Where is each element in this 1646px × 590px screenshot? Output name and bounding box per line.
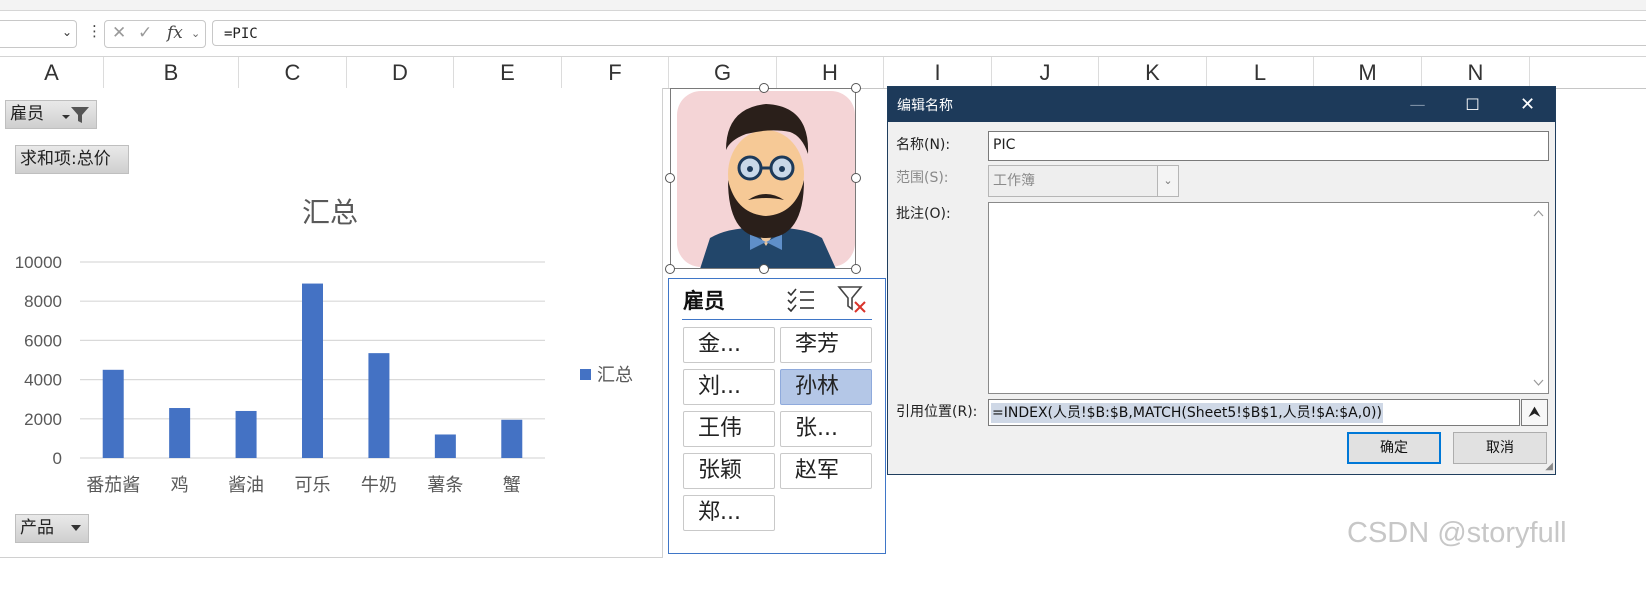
resize-handle[interactable] (759, 83, 769, 93)
y-tick-label: 6000 (24, 331, 62, 350)
collapse-dialog-icon[interactable]: ⮝ (1521, 399, 1548, 426)
column-header-k[interactable]: K (1099, 57, 1207, 88)
chart-title: 汇总 (302, 196, 358, 229)
bar[interactable] (368, 353, 390, 458)
scope-value: 工作簿 (993, 173, 1035, 189)
ok-button[interactable]: 确定 (1347, 432, 1441, 464)
bar[interactable] (434, 434, 456, 458)
bar[interactable] (235, 410, 257, 458)
column-header-a[interactable]: A (0, 57, 104, 88)
legend-label: 汇总 (597, 365, 633, 386)
slicer-item[interactable]: 赵军 (780, 453, 872, 489)
column-header-d[interactable]: D (347, 57, 454, 88)
employee-slicer[interactable]: 雇员 金... 李芳 刘... 孙林 王伟 张... 张颖 赵军 郑... (668, 278, 886, 554)
chevron-down-icon[interactable]: ⌄ (191, 27, 200, 40)
column-header-e[interactable]: E (454, 57, 562, 88)
x-tick-label: 薯条 (427, 475, 463, 496)
resize-grip-icon[interactable]: ◢ (1545, 461, 1553, 472)
column-header-i[interactable]: I (884, 57, 992, 88)
watermark: CSDN @storyfull (1347, 517, 1567, 549)
bar[interactable] (302, 283, 323, 458)
chart-bars (102, 283, 523, 458)
x-tick-label: 可乐 (295, 475, 331, 496)
scope-select[interactable]: 工作簿 ⌄ (988, 165, 1179, 197)
insert-function-button[interactable]: fx (167, 23, 183, 43)
chart-legend: 汇总 (580, 365, 633, 386)
x-axis-ticks: 番茄酱 鸡 酱油 可乐 牛奶 薯条 蟹 (86, 475, 521, 496)
chevron-down-icon[interactable]: ⌄ (1157, 166, 1178, 196)
bar[interactable] (102, 369, 124, 458)
y-tick-label: 10000 (15, 253, 62, 272)
resize-handle[interactable] (665, 173, 675, 183)
slicer-item[interactable]: 郑... (683, 495, 775, 531)
x-tick-label: 蟹 (503, 475, 521, 496)
column-header-h[interactable]: H (777, 57, 884, 88)
name-input[interactable]: PIC (988, 131, 1549, 161)
y-tick-label: 8000 (24, 292, 62, 311)
legend-swatch (580, 369, 591, 380)
maximize-icon[interactable]: ☐ (1445, 87, 1500, 122)
bar[interactable] (169, 408, 191, 458)
formula-input[interactable]: =PIC (212, 20, 1646, 46)
column-headers: A B C D E F G H I J K L M N (0, 56, 1646, 89)
slicer-item[interactable]: 李芳 (780, 327, 872, 363)
chart-canvas: 汇总 0200040006000800010000 番茄酱鸡酱油 可乐 牛奶 薯条蟹 … (15, 196, 633, 496)
resize-handle[interactable] (665, 264, 675, 274)
dialog-title: 编辑名称 (897, 98, 953, 114)
multi-select-icon[interactable] (786, 286, 816, 312)
y-tick-label: 2000 (24, 410, 62, 429)
slicer-item[interactable]: 金... (683, 327, 775, 363)
chevron-down-icon[interactable]: ⌄ (62, 25, 72, 39)
column-header-b[interactable]: B (104, 57, 239, 88)
x-tick-label: 鸡 (171, 475, 189, 496)
cancel-button[interactable]: 取消 (1453, 432, 1547, 464)
column-header-j[interactable]: J (992, 57, 1099, 88)
name-label: 名称(N): (896, 137, 951, 153)
resize-handle[interactable] (851, 83, 861, 93)
formula-buttons: ✕ ✓ fx ⌄ (104, 20, 206, 48)
column-header-f[interactable]: F (562, 57, 669, 88)
column-header-c[interactable]: C (239, 57, 347, 88)
comment-label: 批注(O): (896, 206, 951, 222)
comment-scrollbar[interactable] (1530, 204, 1547, 392)
slicer-item[interactable]: 刘... (683, 369, 775, 405)
slicer-title: 雇员 (683, 289, 725, 313)
dialog-titlebar[interactable]: 编辑名称 — ☐ ✕ (888, 87, 1555, 122)
cancel-icon[interactable]: ✕ (112, 23, 126, 43)
bar[interactable] (501, 419, 523, 458)
edit-name-dialog: 编辑名称 — ☐ ✕ 名称(N): PIC 范围(S): 工作簿 ⌄ 批注(O)… (887, 86, 1556, 475)
slicer-item-selected[interactable]: 孙林 (780, 369, 872, 405)
slicer-item[interactable]: 张颖 (683, 453, 775, 489)
selection-frame (670, 88, 856, 269)
ribbon-strip (0, 0, 1646, 11)
scope-label: 范围(S): (896, 170, 949, 186)
slicer-item[interactable]: 王伟 (683, 411, 775, 447)
column-header-l[interactable]: L (1207, 57, 1314, 88)
comment-textarea[interactable] (988, 202, 1549, 394)
more-options-icon[interactable]: ⋮ (87, 22, 102, 40)
slicer-item[interactable]: 张... (780, 411, 872, 447)
enter-icon[interactable]: ✓ (138, 23, 152, 43)
name-box[interactable]: ⌄ (0, 20, 77, 48)
clear-filter-icon[interactable] (837, 285, 869, 313)
y-axis-ticks: 0 2000 4000 6000 8000 10000 (15, 253, 62, 468)
x-tick-label: 番茄酱 (86, 475, 140, 496)
close-icon[interactable]: ✕ (1500, 87, 1555, 122)
y-tick-label: 4000 (24, 371, 62, 390)
x-tick-label: 酱油 (228, 475, 264, 496)
x-tick-label: 牛奶 (361, 475, 397, 496)
column-header-n[interactable]: N (1422, 57, 1530, 88)
slicer-separator (682, 319, 872, 320)
y-tick-label: 0 (53, 449, 62, 468)
resize-handle[interactable] (759, 264, 769, 274)
resize-handle[interactable] (851, 173, 861, 183)
column-header-m[interactable]: M (1314, 57, 1422, 88)
minimize-icon[interactable]: — (1390, 87, 1445, 122)
resize-handle[interactable] (851, 264, 861, 274)
refers-to-input[interactable]: =INDEX(人员!$B:$B,MATCH(Sheet5!$B$1,人员!$A:… (988, 399, 1520, 426)
ref-label: 引用位置(R): (896, 404, 978, 420)
refers-to-value: =INDEX(人员!$B:$B,MATCH(Sheet5!$B$1,人员!$A:… (991, 403, 1383, 423)
